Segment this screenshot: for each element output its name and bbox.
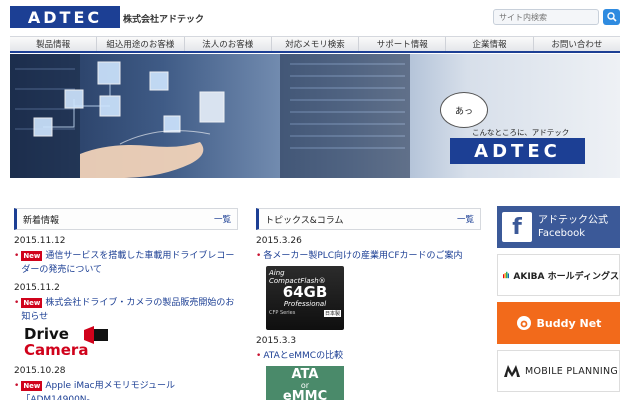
bullet-icon: • xyxy=(14,298,20,308)
hero-logo: ADTEC xyxy=(450,138,585,164)
news-item: 2015.11.2 • New 株式会社ドライブ・カメラの製品販売開始のお知らせ … xyxy=(14,283,238,360)
news-header: 新着情報 一覧 xyxy=(14,208,238,230)
topic-link[interactable]: ATAとeMMCの比較 xyxy=(263,349,343,363)
topics-more-link[interactable]: 一覧 xyxy=(457,213,474,225)
topics-title: トピックス&コラム xyxy=(265,215,344,226)
news-title: 新着情報 xyxy=(23,215,60,226)
camera-icon xyxy=(84,326,108,344)
cf-card-line2: Professional xyxy=(283,300,327,308)
cf-card-series: CFP Series xyxy=(269,310,296,316)
site-header: ADTEC 株式会社アドテック xyxy=(0,0,640,36)
topic-item: 2015.3.26 • 各メーカー製PLC向けの産業用CFカードのご案内 Ain… xyxy=(256,236,481,330)
site-search-input[interactable] xyxy=(493,9,599,25)
akiba-logo-icon xyxy=(503,271,509,279)
news-item: 2015.10.28 • New Apple iMac用メモリモジュール「ADM1… xyxy=(14,366,238,400)
ata-emmc-text3: eMMC xyxy=(282,389,328,400)
drive-camera-logo-line2: Camera xyxy=(24,341,89,359)
nav-contact[interactable]: お問い合わせ xyxy=(534,37,620,51)
topic-date: 2015.3.26 xyxy=(256,236,302,246)
cf-card-region: 日本製 xyxy=(323,310,341,317)
new-badge: New xyxy=(21,298,43,308)
news-link[interactable]: 通信サービスを搭載した車載用ドライブレコーダーの発売について xyxy=(21,251,234,275)
akiba-banner[interactable]: AKIBA ホールディングス xyxy=(497,254,620,296)
topics-section: トピックス&コラム 一覧 2015.3.26 • 各メーカー製PLC向けの産業用… xyxy=(256,208,481,400)
buddynet-banner[interactable]: Buddy Net xyxy=(497,302,620,344)
hero-banner[interactable]: あっ こんなところに、アドテック ADTEC xyxy=(10,54,620,178)
nav-company-info[interactable]: 企業情報 xyxy=(446,37,534,51)
facebook-icon: f xyxy=(502,212,532,242)
mobile-planning-logo-icon xyxy=(504,365,520,377)
cf-card-image[interactable]: Aing CompactFlash® 64GB Professional CFP… xyxy=(266,266,344,330)
bullet-icon: • xyxy=(256,251,262,261)
mobile-planning-banner-text: MOBILE PLANNING xyxy=(525,365,619,377)
buddynet-logo-icon xyxy=(516,316,531,330)
topic-date: 2015.3.3 xyxy=(256,336,297,346)
search-button[interactable] xyxy=(603,9,620,25)
news-entry[interactable]: • New 通信サービスを搭載した車載用ドライブレコーダーの発売について xyxy=(14,249,238,277)
new-badge: New xyxy=(21,251,43,261)
mobile-planning-banner[interactable]: MOBILE PLANNING xyxy=(497,350,620,392)
cf-card-capacity: 64GB xyxy=(282,283,328,301)
new-badge: New xyxy=(21,381,43,391)
logo-text: ADTEC xyxy=(27,7,103,27)
news-date: 2015.11.12 xyxy=(14,236,66,246)
akiba-banner-text: AKIBA ホールディングス xyxy=(513,271,619,282)
company-name: 株式会社アドテック xyxy=(123,15,205,25)
global-nav: 製品情報 組込用途のお客様 法人のお客様 対応メモリ検索 サポート情報 企業情報… xyxy=(10,36,620,53)
news-link[interactable]: 株式会社ドライブ・カメラの製品販売開始のお知らせ xyxy=(21,298,234,322)
adtec-logo[interactable]: ADTEC xyxy=(10,6,120,28)
drive-camera-logo[interactable]: Drive Camera xyxy=(24,326,114,360)
news-more-link[interactable]: 一覧 xyxy=(214,213,231,225)
facebook-banner[interactable]: f アドテック公式 Facebook xyxy=(497,206,620,248)
hero-logo-text: ADTEC xyxy=(474,140,561,162)
nav-products[interactable]: 製品情報 xyxy=(10,37,98,51)
topic-entry[interactable]: • 各メーカー製PLC向けの産業用CFカードのご案内 xyxy=(256,249,481,263)
news-date: 2015.11.2 xyxy=(14,283,60,293)
news-link[interactable]: Apple iMac用メモリモジュール「ADM14900N- xyxy=(21,381,175,400)
news-date: 2015.10.28 xyxy=(14,366,66,376)
ata-emmc-image[interactable]: ATA or eMMC xyxy=(266,366,344,400)
buddynet-banner-text: Buddy Net xyxy=(536,316,602,330)
hero-tagline: こんなところに、アドテック xyxy=(472,128,570,137)
bullet-icon: • xyxy=(256,351,262,361)
topic-item: 2015.3.3 • ATAとeMMCの比較 ATA or eMMC xyxy=(256,336,481,400)
cf-card-brand: Aing xyxy=(269,269,285,277)
topic-entry[interactable]: • ATAとeMMCの比較 xyxy=(256,349,481,363)
news-entry[interactable]: • New 株式会社ドライブ・カメラの製品販売開始のお知らせ xyxy=(14,296,238,324)
bullet-icon: • xyxy=(14,251,20,261)
nav-embedded[interactable]: 組込用途のお客様 xyxy=(97,37,185,51)
nav-corporate[interactable]: 法人のお客様 xyxy=(185,37,272,51)
facebook-icon-letter: f xyxy=(512,215,522,240)
topics-header: トピックス&コラム 一覧 xyxy=(256,208,481,230)
news-section: 新着情報 一覧 2015.11.12 • New 通信サービスを搭載した車載用ドラ… xyxy=(14,208,238,400)
nav-memory-search[interactable]: 対応メモリ検索 xyxy=(272,37,360,51)
speech-bubble: あっ xyxy=(440,92,488,128)
search-icon xyxy=(606,12,617,22)
news-item: 2015.11.12 • New 通信サービスを搭載した車載用ドライブレコーダーの… xyxy=(14,236,238,277)
topic-link[interactable]: 各メーカー製PLC向けの産業用CFカードのご案内 xyxy=(263,249,462,263)
ata-emmc-text1: ATA xyxy=(291,367,319,382)
nav-support[interactable]: サポート情報 xyxy=(359,37,447,51)
news-entry[interactable]: • New Apple iMac用メモリモジュール「ADM14900N- xyxy=(14,379,238,400)
facebook-banner-text: アドテック公式 Facebook xyxy=(538,215,608,239)
bullet-icon: • xyxy=(14,381,20,391)
